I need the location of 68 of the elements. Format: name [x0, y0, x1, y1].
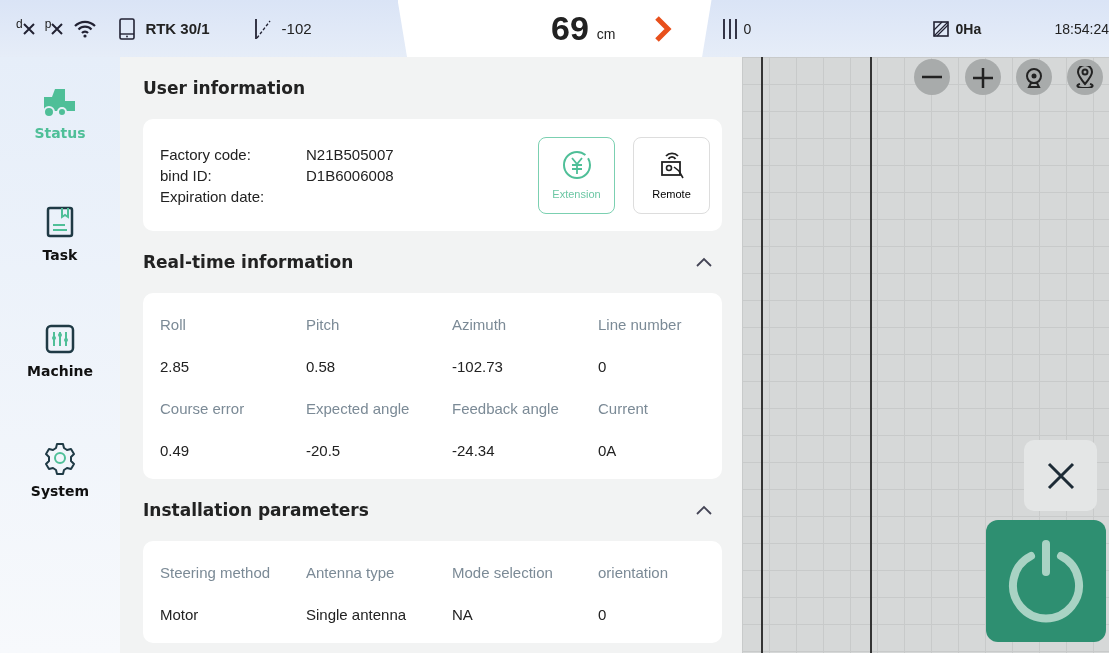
zoom-in-icon — [972, 66, 994, 88]
field-label: Current — [598, 398, 650, 419]
field-label: Course error — [160, 398, 246, 419]
field-value: D1B6006008 — [306, 165, 395, 186]
field-value: 0 — [598, 604, 608, 625]
chevron-up-icon[interactable] — [694, 256, 714, 268]
section-title: User information — [143, 78, 306, 98]
camera-button[interactable] — [1016, 59, 1052, 95]
sidebar-item[interactable]: Task — [42, 205, 78, 295]
rtk-status: RTK 30/1 — [145, 20, 210, 37]
field-value: N21B505007 — [306, 144, 395, 165]
heading-value: -102 — [281, 20, 312, 37]
line-count: 0 — [743, 20, 752, 37]
field-label: Mode selection — [452, 562, 554, 583]
document-icon — [45, 205, 75, 239]
section-title: Installation parameters — [143, 500, 369, 520]
sliders-icon — [44, 323, 76, 355]
tablet-icon — [119, 17, 136, 40]
signal-label: p — [44, 16, 52, 31]
zoom-in-button[interactable] — [965, 59, 1001, 95]
field-label: Expiration date: — [160, 186, 266, 207]
field-label: Azimuth — [452, 314, 508, 335]
remote-button[interactable]: Remote — [633, 136, 710, 214]
field-label: bind ID: — [160, 165, 213, 186]
area-value: 0Ha — [955, 20, 982, 37]
chevron-up-icon[interactable] — [694, 504, 714, 516]
location-button[interactable] — [1067, 59, 1103, 95]
zoom-out-icon — [921, 75, 943, 79]
clock-time: 18:54:24 — [1054, 20, 1109, 37]
cross-icon — [51, 22, 64, 35]
section-title: Real-time information — [143, 252, 354, 272]
field-value: -24.34 — [452, 440, 496, 461]
field-label: Pitch — [306, 314, 341, 335]
field-value: -20.5 — [306, 440, 342, 461]
zoom-out-button[interactable] — [914, 59, 950, 95]
field-value: 0.58 — [306, 356, 337, 377]
sidebar-item[interactable]: Machine — [27, 323, 93, 413]
field-value: Single antenna — [306, 604, 408, 625]
field-value: 0.49 — [160, 440, 191, 461]
field-value: 2.85 — [160, 356, 191, 377]
field-label: Steering method — [160, 562, 272, 583]
angle-icon — [253, 17, 272, 40]
area-icon — [931, 19, 950, 38]
field-value: Motor — [160, 604, 200, 625]
close-button[interactable] — [1024, 440, 1097, 511]
field-value: 0 — [598, 356, 608, 377]
field-label: Antenna type — [306, 562, 396, 583]
field-label: Roll — [160, 314, 187, 335]
field-value: -102.73 — [452, 356, 504, 377]
camera-icon — [1023, 66, 1045, 88]
distance-unit: cm — [596, 25, 616, 42]
field-label: Expected angle — [306, 398, 411, 419]
lines-icon — [721, 17, 738, 40]
gear-icon — [43, 441, 77, 475]
field-label: orientation — [598, 562, 670, 583]
field-value: 0A — [598, 440, 618, 461]
field-label: Line number — [598, 314, 683, 335]
wifi-icon — [73, 19, 98, 38]
chevron-right-icon[interactable] — [653, 15, 672, 42]
distance-value: 69 — [551, 9, 589, 48]
field-value: NA — [452, 604, 474, 625]
sidebar-item[interactable]: System — [30, 441, 90, 531]
yen-icon — [561, 150, 592, 180]
field-label: Feedback angle — [452, 398, 560, 419]
signal-label: d — [16, 16, 23, 31]
field-label: Factory code: — [160, 144, 252, 165]
cross-icon — [22, 22, 35, 35]
location-icon — [1074, 66, 1096, 88]
